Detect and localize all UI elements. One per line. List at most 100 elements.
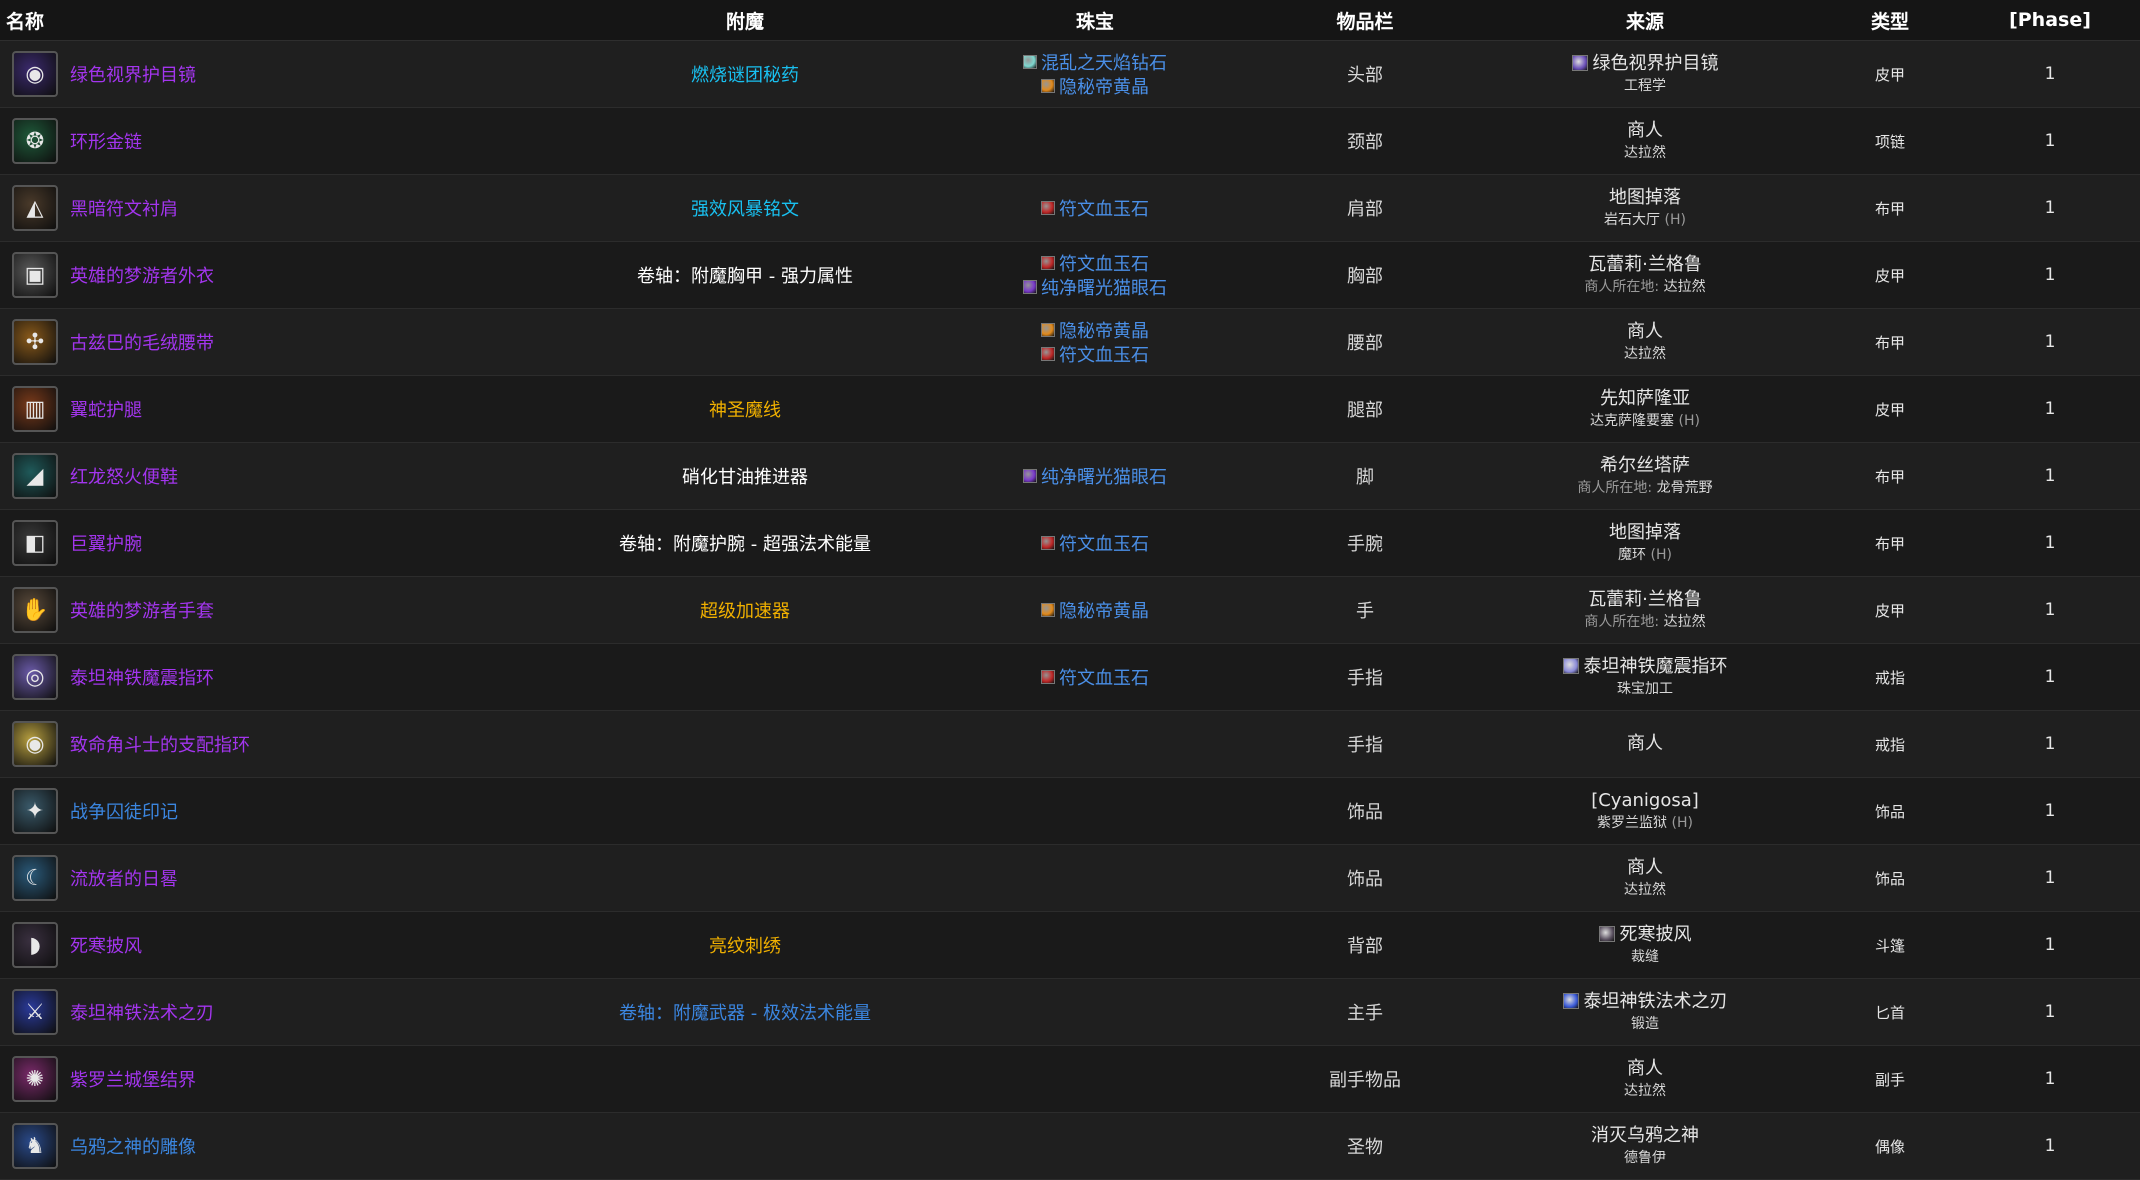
item-link[interactable]: 泰坦神铁魔震指环 (70, 664, 214, 690)
source-sub-text[interactable]: 紫罗兰监狱 (1597, 815, 1667, 831)
enchant-link[interactable]: 亮纹刺绣 (709, 936, 781, 957)
legs-icon[interactable]: ▥ (12, 386, 58, 432)
gem-link[interactable]: 符文血玉石 (1059, 664, 1149, 690)
source-main[interactable]: 商人 (1470, 1057, 1820, 1081)
enchant-link[interactable]: 卷轴：附魔胸甲 - 强力属性 (637, 266, 853, 287)
bracer-icon[interactable]: ◧ (12, 520, 58, 566)
source-main[interactable]: 消灭乌鸦之神 (1470, 1124, 1820, 1148)
source-main[interactable]: 绿色视界护目镜 (1470, 52, 1820, 76)
source-sub-text[interactable]: 岩石大厅 (1604, 212, 1660, 228)
gem-link[interactable]: 隐秘帝黄晶 (1059, 317, 1149, 343)
trinket-icon[interactable]: ☾ (12, 855, 58, 901)
item-link[interactable]: 红龙怒火便鞋 (70, 463, 178, 489)
ring-icon[interactable]: ◉ (12, 721, 58, 767)
item-name-wrap: ✺ 紫罗兰城堡结界 (0, 1046, 560, 1112)
gem-link[interactable]: 符文血玉石 (1059, 195, 1149, 221)
goggles-small-icon (1571, 55, 1588, 71)
cloak-icon[interactable]: ◗ (12, 922, 58, 968)
source-main[interactable]: 死寒披风 (1470, 923, 1820, 947)
item-link[interactable]: 流放者的日晷 (70, 865, 178, 891)
gem-link[interactable]: 符文血玉石 (1059, 250, 1149, 276)
source-sub-text[interactable]: 达拉然 (1624, 1083, 1666, 1099)
source-sub-text[interactable]: 德鲁伊 (1624, 1150, 1666, 1166)
boots-icon[interactable]: ◢ (12, 453, 58, 499)
type-cell: 皮甲 (1820, 40, 1960, 108)
enchant-link[interactable]: 燃烧谜团秘药 (691, 65, 799, 86)
phase-cell: 1 (1960, 107, 2140, 175)
source-main[interactable]: 商人 (1470, 732, 1820, 756)
item-link[interactable]: 翼蛇护腿 (70, 396, 142, 422)
enchant-link[interactable]: 硝化甘油推进器 (682, 467, 808, 488)
source-sub-text[interactable]: 珠宝加工 (1617, 681, 1673, 697)
trinket-icon[interactable]: ✦ (12, 788, 58, 834)
column-header-source[interactable]: 来源 (1470, 0, 1820, 41)
source-main[interactable]: 瓦蕾莉·兰格鲁 (1470, 253, 1820, 277)
source-main[interactable]: [Cyanigosa] (1470, 789, 1820, 813)
column-header-name[interactable]: 名称 (0, 0, 560, 41)
source-main[interactable]: 地图掉落 (1470, 186, 1820, 210)
item-link[interactable]: 黑暗符文衬肩 (70, 195, 178, 221)
offhand-icon[interactable]: ✺ (12, 1056, 58, 1102)
source-sub-text[interactable]: 达克萨隆要塞 (1590, 413, 1674, 429)
chest-icon[interactable]: ▣ (12, 252, 58, 298)
enchant-link[interactable]: 强效风暴铭文 (691, 199, 799, 220)
source-sub-text[interactable]: 锻造 (1631, 1016, 1659, 1032)
source-sub-text[interactable]: 工程学 (1624, 78, 1666, 94)
source-main[interactable]: 泰坦神铁法术之刃 (1470, 990, 1820, 1014)
source-sub-text[interactable]: 达拉然 (1664, 614, 1706, 630)
enchant-link[interactable]: 超级加速器 (700, 601, 790, 622)
item-link[interactable]: 致命角斗士的支配指环 (70, 731, 250, 757)
source-main[interactable]: 瓦蕾莉·兰格鲁 (1470, 588, 1820, 612)
gem-link[interactable]: 符文血玉石 (1059, 341, 1149, 367)
source-sub-text[interactable]: 达拉然 (1624, 145, 1666, 161)
source-sub-text[interactable]: 达拉然 (1624, 346, 1666, 362)
source-main[interactable]: 希尔丝塔萨 (1470, 454, 1820, 478)
enchant-link[interactable]: 卷轴：附魔护腕 - 超强法术能量 (619, 534, 871, 555)
item-link[interactable]: 战争囚徒印记 (70, 798, 178, 824)
column-header-gems[interactable]: 珠宝 (930, 0, 1260, 41)
source-main[interactable]: 商人 (1470, 320, 1820, 344)
source-sub-text[interactable]: 魔环 (1618, 547, 1646, 563)
item-link[interactable]: 环形金链 (70, 128, 142, 154)
type-cell: 项链 (1820, 107, 1960, 175)
gem-link[interactable]: 隐秘帝黄晶 (1059, 73, 1149, 99)
source-main[interactable]: 先知萨隆亚 (1470, 387, 1820, 411)
item-link[interactable]: 乌鸦之神的雕像 (70, 1133, 196, 1159)
source-sub-text[interactable]: 龙骨荒野 (1657, 480, 1713, 496)
source-main[interactable]: 地图掉落 (1470, 521, 1820, 545)
source-sub-text[interactable]: 裁缝 (1631, 949, 1659, 965)
belt-icon[interactable]: ✣ (12, 319, 58, 365)
shoulder-icon[interactable]: ◭ (12, 185, 58, 231)
gem-link[interactable]: 纯净曙光猫眼石 (1041, 463, 1167, 489)
item-link[interactable]: 巨翼护腕 (70, 530, 142, 556)
column-header-type[interactable]: 类型 (1820, 0, 1960, 41)
item-link[interactable]: 紫罗兰城堡结界 (70, 1066, 196, 1092)
column-header-slot[interactable]: 物品栏 (1260, 0, 1470, 41)
idol-icon[interactable]: ♞ (12, 1123, 58, 1169)
dagger-icon[interactable]: ⚔ (12, 989, 58, 1035)
enchant-link[interactable]: 神圣魔线 (709, 400, 781, 421)
enchant-link[interactable]: 卷轴：附魔武器 - 极效法术能量 (619, 1003, 871, 1024)
gem-link[interactable]: 隐秘帝黄晶 (1059, 597, 1149, 623)
gem-link[interactable]: 符文血玉石 (1059, 530, 1149, 556)
gloves-icon[interactable]: ✋ (12, 587, 58, 633)
column-header-phase[interactable]: [Phase] (1960, 0, 2140, 41)
item-link[interactable]: 英雄的梦游者外衣 (70, 262, 214, 288)
column-header-enchant[interactable]: 附魔 (560, 0, 930, 41)
item-link[interactable]: 泰坦神铁法术之刃 (70, 999, 214, 1025)
ring-icon[interactable]: ◎ (12, 654, 58, 700)
gems-cell: 符文血玉石 (930, 643, 1260, 711)
gem-link[interactable]: 混乱之天焰钻石 (1041, 49, 1167, 75)
item-link[interactable]: 绿色视界护目镜 (70, 61, 196, 87)
source-main[interactable]: 商人 (1470, 856, 1820, 880)
goggles-icon[interactable]: ◉ (12, 51, 58, 97)
gem-link[interactable]: 纯净曙光猫眼石 (1041, 274, 1167, 300)
necklace-icon[interactable]: ❂ (12, 118, 58, 164)
source-sub-text[interactable]: 达拉然 (1664, 279, 1706, 295)
item-link[interactable]: 死寒披风 (70, 932, 142, 958)
source-main[interactable]: 商人 (1470, 119, 1820, 143)
source-sub-text[interactable]: 达拉然 (1624, 882, 1666, 898)
item-link[interactable]: 英雄的梦游者手套 (70, 597, 214, 623)
item-link[interactable]: 古兹巴的毛绒腰带 (70, 329, 214, 355)
source-main[interactable]: 泰坦神铁魔震指环 (1470, 655, 1820, 679)
